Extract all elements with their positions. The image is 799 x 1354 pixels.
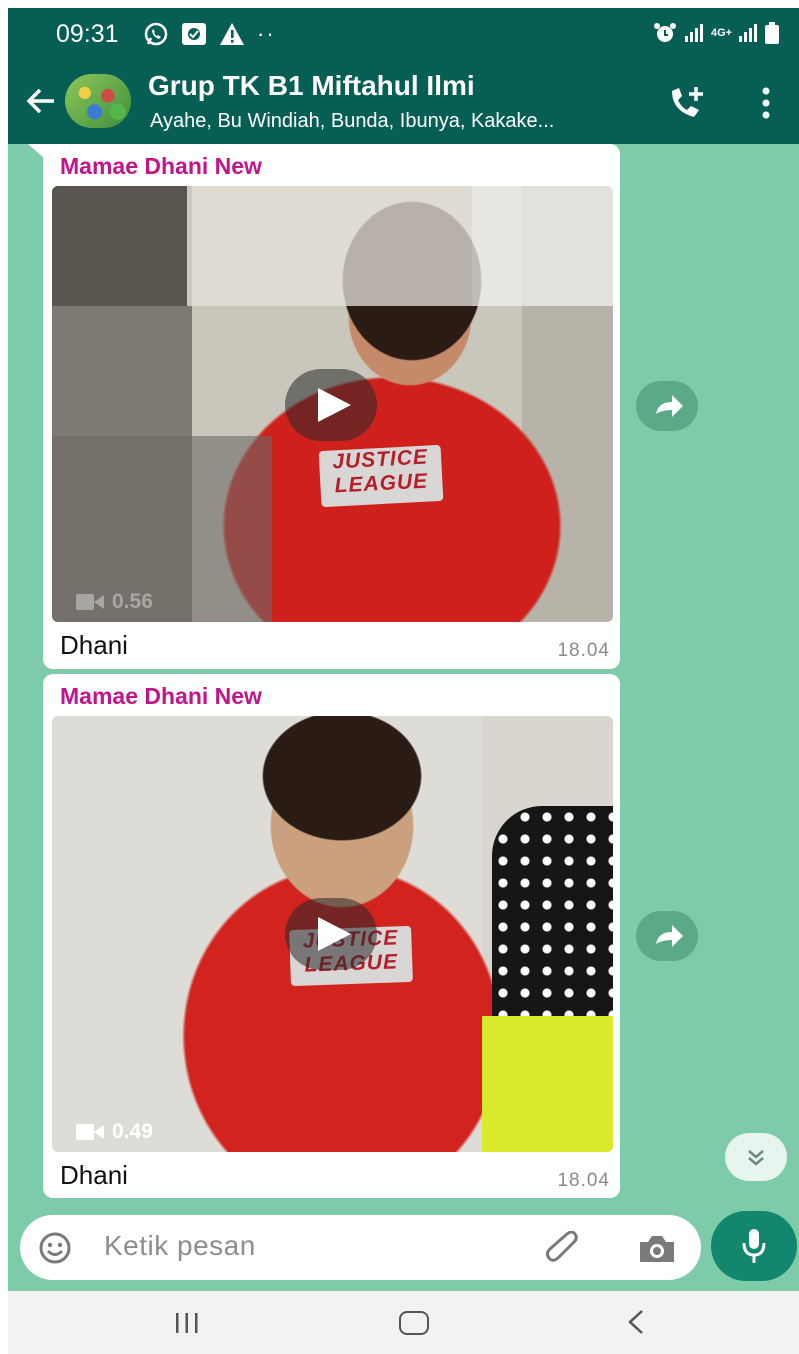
duration-text: 0.56 bbox=[112, 590, 153, 613]
signal-icon bbox=[685, 24, 703, 42]
forward-button[interactable] bbox=[636, 381, 698, 431]
video-thumbnail[interactable]: JUSTICE LEAGUE 0.49 bbox=[52, 716, 613, 1152]
scroll-down-icon bbox=[748, 1150, 764, 1166]
video-camera-icon bbox=[76, 1124, 104, 1140]
add-call-icon[interactable] bbox=[666, 85, 708, 121]
attach-icon[interactable] bbox=[545, 1231, 585, 1267]
play-icon[interactable] bbox=[285, 898, 377, 970]
message-input[interactable]: Ketik pesan bbox=[104, 1230, 256, 1262]
message-caption: Dhani bbox=[60, 1160, 128, 1190]
group-title[interactable]: Grup TK B1 Miftahul Ilmi bbox=[148, 70, 475, 102]
menu-icon[interactable] bbox=[760, 86, 772, 120]
message-time: 18.04 bbox=[557, 1170, 610, 1191]
network-type: 4G+ bbox=[711, 26, 733, 39]
forward-button[interactable] bbox=[636, 911, 698, 961]
duration-text: 0.49 bbox=[112, 1120, 153, 1143]
video-thumbnail[interactable]: JUSTICE LEAGUE 0.56 bbox=[52, 186, 613, 622]
sender-name[interactable]: Mamae Dhani New bbox=[60, 683, 262, 710]
message-time: 18.04 bbox=[557, 640, 610, 661]
battery-icon bbox=[765, 22, 779, 44]
group-avatar[interactable] bbox=[65, 74, 131, 128]
mic-button[interactable] bbox=[711, 1211, 797, 1281]
chat-header: Grup TK B1 Miftahul Ilmi Ayahe, Bu Windi… bbox=[8, 58, 799, 144]
recent-apps-icon[interactable] bbox=[174, 1313, 200, 1333]
camera-icon[interactable] bbox=[638, 1234, 676, 1264]
forward-icon bbox=[656, 395, 683, 417]
status-time: 09:31 bbox=[56, 20, 119, 48]
group-members[interactable]: Ayahe, Bu Windiah, Bunda, Ibunya, Kakake… bbox=[150, 110, 554, 133]
mic-icon bbox=[742, 1229, 766, 1263]
sender-name[interactable]: Mamae Dhani New bbox=[60, 153, 262, 180]
more-notifications-icon: ·· bbox=[257, 21, 276, 46]
alarm-icon bbox=[654, 23, 676, 42]
back-arrow-icon[interactable] bbox=[24, 84, 58, 118]
emoji-icon[interactable] bbox=[38, 1231, 72, 1265]
warning-notification-icon bbox=[220, 23, 244, 45]
home-icon[interactable] bbox=[399, 1311, 429, 1335]
video-message[interactable]: Mamae Dhani New JUSTICE LEAGUE 0.56 Dhan… bbox=[43, 144, 620, 669]
forward-icon bbox=[656, 925, 683, 947]
notification-icons: ·· bbox=[143, 21, 276, 47]
whatsapp-notification-icon bbox=[144, 22, 168, 46]
shirt-logo: JUSTICE LEAGUE bbox=[318, 444, 444, 508]
whatsapp-chat-screen: 09:31 ·· 4G+ Grup TK B1 Miftahul Ilmi Ay… bbox=[8, 8, 799, 1354]
video-camera-icon bbox=[76, 594, 104, 610]
video-duration: 0.49 bbox=[76, 1120, 153, 1144]
system-status-icons: 4G+ bbox=[653, 22, 779, 44]
video-message[interactable]: Mamae Dhani New JUSTICE LEAGUE 0.49 Dhan… bbox=[43, 674, 620, 1198]
gallery-notification-icon bbox=[182, 23, 206, 45]
video-duration: 0.56 bbox=[76, 590, 153, 614]
scroll-down-button[interactable] bbox=[725, 1133, 787, 1181]
status-bar: 09:31 ·· 4G+ bbox=[8, 8, 799, 58]
play-icon[interactable] bbox=[285, 369, 377, 441]
android-nav-bar bbox=[8, 1291, 799, 1354]
bubble-tail bbox=[28, 144, 44, 158]
message-input-bar[interactable]: Ketik pesan bbox=[20, 1215, 701, 1280]
signal-icon-2 bbox=[739, 24, 757, 42]
nav-back-icon[interactable] bbox=[626, 1309, 646, 1335]
message-caption: Dhani bbox=[60, 630, 128, 660]
